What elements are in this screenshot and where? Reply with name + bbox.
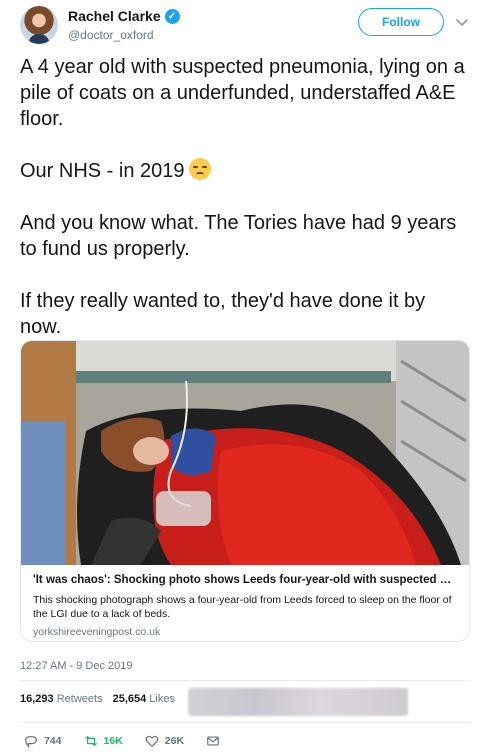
reply-button[interactable]: 744 [24,734,62,748]
reply-icon [25,736,37,748]
card-domain: yorkshireeveningpost.co.uk [33,626,161,638]
retweet-icon [84,736,97,746]
likes-count: 25,654 [112,693,147,705]
retweet-button[interactable]: 16K [84,734,123,748]
reply-count: 744 [44,735,62,747]
like-count: 26K [164,735,185,747]
tweet-header: Rachel Clarke ✓ @doctor_oxford Follow [20,6,470,46]
card-body: 'It was chaos': Shocking photo shows Lee… [21,565,469,641]
tweet-paragraph: Our NHS - in 2019 [20,158,470,184]
tweet-timestamp[interactable]: 12:27 AM - 9 Dec 2019 [20,660,133,672]
verified-badge-icon: ✓ [164,8,180,24]
card-title[interactable]: 'It was chaos': Shocking photo shows Lee… [33,573,457,588]
card-image[interactable] [21,341,469,565]
user-handle[interactable]: @doctor_oxford [68,28,154,42]
tweet-paragraph: A 4 year old with suspected pneumonia, l… [20,56,465,130]
tweet-stats: 16,293 Retweets 25,654 Likes [20,693,175,705]
avatar[interactable] [20,6,58,44]
chevron-down-icon[interactable] [454,14,470,30]
retweets-stat[interactable]: 16,293 Retweets [20,693,103,705]
likes-label: Likes [149,693,175,705]
name-row: Rachel Clarke ✓ [68,8,180,24]
pensive-face-icon [188,158,211,180]
tweet-actions: 744 16K 26K [24,734,242,748]
tweet-paragraph: If they really wanted to, they'd have do… [20,290,426,338]
likes-stat[interactable]: 25,654 Likes [113,693,175,705]
like-button[interactable]: 26K [145,734,184,748]
display-name[interactable]: Rachel Clarke [68,8,161,24]
retweets-count: 16,293 [20,693,54,705]
tweet-text: A 4 year old with suspected pneumonia, l… [20,54,470,340]
divider [20,680,470,681]
card-description: This shocking photograph shows a four-ye… [33,594,452,620]
liker-avatars-strip[interactable] [188,688,408,716]
follow-button[interactable]: Follow [358,8,444,36]
retweet-count: 16K [103,735,123,747]
hospital-floor-photo [21,341,469,565]
tweet-paragraph: And you know what. The Tories have had 9… [20,212,457,260]
retweets-label: Retweets [56,693,103,705]
divider [20,722,470,723]
direct-message-button[interactable] [206,734,220,748]
heart-icon [145,735,159,748]
envelope-icon [207,736,219,746]
link-card[interactable]: 'It was chaos': Shocking photo shows Lee… [20,340,470,642]
tweet-paragraph-text: Our NHS - in 2019 [20,160,185,182]
